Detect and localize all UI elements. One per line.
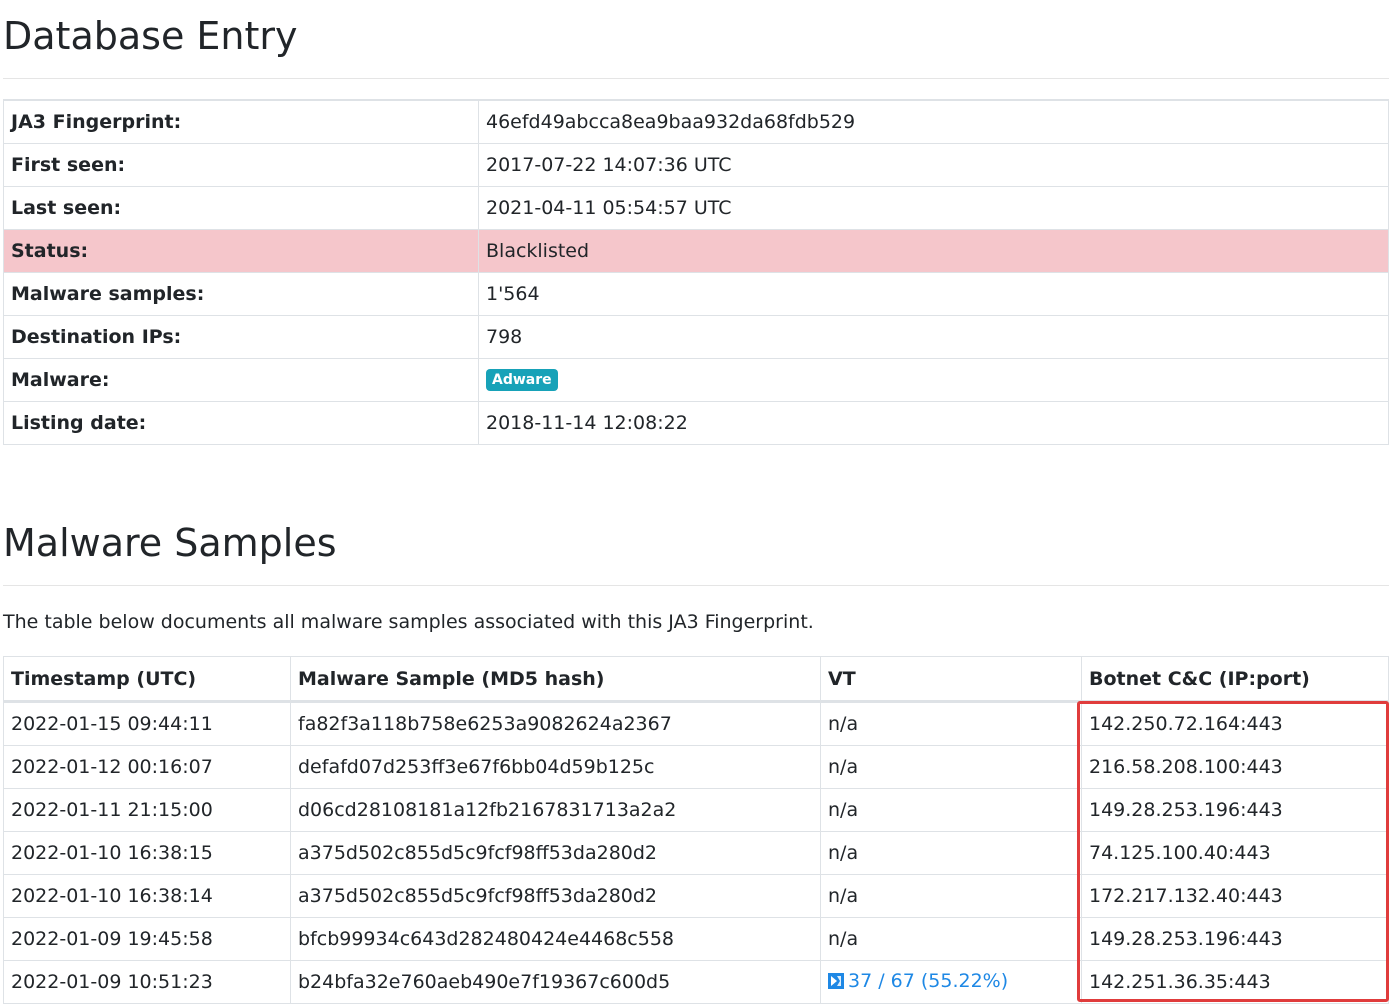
vt-cell: n/a: [820, 874, 1082, 918]
timestamp-cell: 2022-01-09 19:45:58: [3, 917, 291, 961]
entry-row-status: Status: Blacklisted: [3, 229, 1389, 273]
timestamp-cell: 2022-01-10 16:38:15: [3, 831, 291, 875]
table-row: 2022-01-09 19:45:58 bfcb99934c643d282480…: [3, 917, 1389, 961]
column-header-md5: Malware Sample (MD5 hash): [290, 656, 821, 703]
botnet-cc-cell: 149.28.253.196:443: [1081, 917, 1389, 961]
table-header-row: Timestamp (UTC) Malware Sample (MD5 hash…: [3, 656, 1389, 703]
md5-cell: a375d502c855d5c9fcf98ff53da280d2: [290, 874, 821, 918]
last-seen-value: 2021-04-11 05:54:57 UTC: [478, 186, 1389, 230]
botnet-cc-cell: 142.250.72.164:443: [1081, 701, 1389, 746]
table-row: 2022-01-15 09:44:11 fa82f3a118b758e6253a…: [3, 701, 1389, 746]
botnet-cc-cell: 216.58.208.100:443: [1081, 745, 1389, 789]
entry-label: Listing date:: [3, 401, 479, 445]
vt-cell: n/a: [820, 745, 1082, 789]
botnet-cc-cell: 149.28.253.196:443: [1081, 788, 1389, 832]
table-row: 2022-01-10 16:38:15 a375d502c855d5c9fcf9…: [3, 831, 1389, 875]
vt-cell: n/a: [820, 831, 1082, 875]
entry-row-malware: Malware: Adware: [3, 358, 1389, 402]
divider: [3, 78, 1389, 79]
botnet-cc-cell: 74.125.100.40:443: [1081, 831, 1389, 875]
entry-label: Status:: [3, 229, 479, 273]
vt-cell: n/a: [820, 917, 1082, 961]
md5-cell: bfcb99934c643d282480424e4468c558: [290, 917, 821, 961]
timestamp-cell: 2022-01-15 09:44:11: [3, 701, 291, 746]
botnet-cc-cell: 172.217.132.40:443: [1081, 874, 1389, 918]
malware-samples-table: Timestamp (UTC) Malware Sample (MD5 hash…: [3, 656, 1389, 1004]
column-header-botnet-cc: Botnet C&C (IP:port): [1081, 656, 1389, 703]
column-header-timestamp: Timestamp (UTC): [3, 656, 291, 703]
table-row: 2022-01-09 10:51:23 b24bfa32e760aeb490e7…: [3, 960, 1389, 1004]
destination-ips-count: 798: [478, 315, 1389, 359]
table-row: 2022-01-11 21:15:00 d06cd28108181a12fb21…: [3, 788, 1389, 832]
vt-cell: n/a: [820, 788, 1082, 832]
first-seen-value: 2017-07-22 14:07:36 UTC: [478, 143, 1389, 187]
md5-cell: defafd07d253ff3e67f6bb04d59b125c: [290, 745, 821, 789]
divider: [3, 585, 1389, 586]
md5-cell: a375d502c855d5c9fcf98ff53da280d2: [290, 831, 821, 875]
vt-report-link[interactable]: 37 / 67 (55.22%): [828, 970, 1008, 992]
entry-row-listing-date: Listing date: 2018-11-14 12:08:22: [3, 401, 1389, 445]
ja3-fingerprint-value: 46efd49abcca8ea9baa932da68fdb529: [478, 99, 1389, 144]
virustotal-icon: [828, 973, 844, 989]
entry-row-first-seen: First seen: 2017-07-22 14:07:36 UTC: [3, 143, 1389, 187]
timestamp-cell: 2022-01-09 10:51:23: [3, 960, 291, 1004]
column-header-vt: VT: [820, 656, 1082, 703]
entry-row-last-seen: Last seen: 2021-04-11 05:54:57 UTC: [3, 186, 1389, 230]
malware-cell: Adware: [478, 358, 1389, 402]
timestamp-cell: 2022-01-10 16:38:14: [3, 874, 291, 918]
table-row: 2022-01-10 16:38:14 a375d502c855d5c9fcf9…: [3, 874, 1389, 918]
entry-label: Last seen:: [3, 186, 479, 230]
entry-label: First seen:: [3, 143, 479, 187]
entry-label: Destination IPs:: [3, 315, 479, 359]
vt-cell: n/a: [820, 701, 1082, 746]
entry-row-malware-samples: Malware samples: 1'564: [3, 272, 1389, 316]
md5-cell: fa82f3a118b758e6253a9082624a2367: [290, 701, 821, 746]
entry-label: Malware:: [3, 358, 479, 402]
entry-row-ja3: JA3 Fingerprint: 46efd49abcca8ea9baa932d…: [3, 99, 1389, 144]
listing-date-value: 2018-11-14 12:08:22: [478, 401, 1389, 445]
timestamp-cell: 2022-01-12 00:16:07: [3, 745, 291, 789]
section-title-malware-samples: Malware Samples: [3, 521, 337, 565]
intro-text: The table below documents all malware sa…: [3, 611, 814, 633]
malware-samples-count: 1'564: [478, 272, 1389, 316]
entry-label: JA3 Fingerprint:: [3, 99, 479, 144]
md5-cell: b24bfa32e760aeb490e7f19367c600d5: [290, 960, 821, 1004]
entry-row-destination-ips: Destination IPs: 798: [3, 315, 1389, 359]
vt-detection-ratio: 37 / 67 (55.22%): [848, 970, 1009, 992]
table-row: 2022-01-12 00:16:07 defafd07d253ff3e67f6…: [3, 745, 1389, 789]
status-value: Blacklisted: [478, 229, 1389, 273]
malware-badge[interactable]: Adware: [486, 369, 558, 392]
database-entry-table: JA3 Fingerprint: 46efd49abcca8ea9baa932d…: [3, 99, 1389, 445]
md5-cell: d06cd28108181a12fb2167831713a2a2: [290, 788, 821, 832]
timestamp-cell: 2022-01-11 21:15:00: [3, 788, 291, 832]
botnet-cc-cell: 142.251.36.35:443: [1081, 960, 1389, 1004]
entry-label: Malware samples:: [3, 272, 479, 316]
page-title: Database Entry: [3, 14, 298, 58]
vt-cell: 37 / 67 (55.22%): [820, 960, 1082, 1004]
